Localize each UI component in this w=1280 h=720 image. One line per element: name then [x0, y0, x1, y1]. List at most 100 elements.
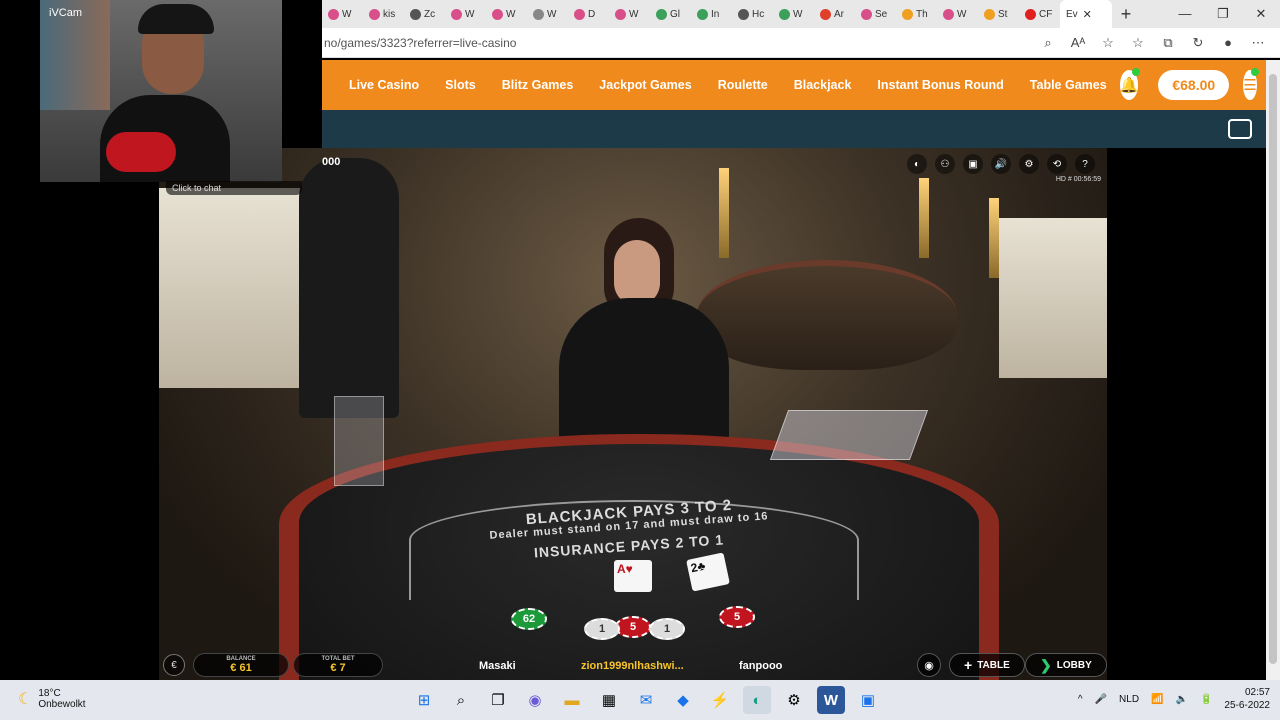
- chat-icon[interactable]: ◉: [521, 686, 549, 714]
- nav-slots[interactable]: Slots: [432, 78, 489, 92]
- live-blackjack-stream[interactable]: BLACKJACK PAYS 3 TO 2 Dealer must stand …: [159, 148, 1107, 680]
- volume-icon[interactable]: 🔊: [991, 154, 1011, 174]
- browser-tab[interactable]: In: [691, 0, 732, 28]
- browser-tab[interactable]: Se: [855, 0, 896, 28]
- search-icon[interactable]: ⌕: [1040, 35, 1056, 51]
- browser-tab[interactable]: kis: [363, 0, 404, 28]
- edge-icon[interactable]: ◐: [743, 686, 771, 714]
- browser-tab[interactable]: D: [568, 0, 609, 28]
- nav-roulette[interactable]: Roulette: [705, 78, 781, 92]
- word-icon[interactable]: W: [817, 686, 845, 714]
- nav-blackjack[interactable]: Blackjack: [781, 78, 865, 92]
- tab-favicon-icon: [902, 8, 913, 20]
- dropbox-icon[interactable]: ◆: [669, 686, 697, 714]
- task-view-icon[interactable]: ❐: [484, 686, 512, 714]
- table-button[interactable]: + TABLE: [949, 653, 1025, 677]
- hamburger-icon: ☰: [1243, 77, 1257, 94]
- browser-tab[interactable]: W: [486, 0, 527, 28]
- account-balance[interactable]: €68.00: [1158, 70, 1230, 100]
- collections-icon[interactable]: ⧉: [1160, 35, 1176, 51]
- scrollbar-thumb[interactable]: [1269, 74, 1277, 664]
- battery-icon[interactable]: 🔋: [1200, 694, 1212, 705]
- history-icon[interactable]: ↻: [1190, 35, 1206, 51]
- tab-label: Hc: [752, 8, 765, 20]
- browser-tab[interactable]: W: [322, 0, 363, 28]
- nav-live-casino[interactable]: Live Casino: [322, 78, 432, 92]
- nav-table-games[interactable]: Table Games: [1017, 78, 1120, 92]
- chip-stack-icon[interactable]: ◐: [907, 154, 927, 174]
- tab-label: W: [629, 8, 639, 20]
- sub-header: [322, 110, 1266, 148]
- close-window-button[interactable]: ✕: [1242, 6, 1280, 22]
- stream-controls: ◐ ⚇ ▣ 🔊 ⚙ ⟲ ?: [907, 154, 1095, 174]
- browser-tab[interactable]: W: [609, 0, 650, 28]
- help-icon[interactable]: ?: [1075, 154, 1095, 174]
- app-icon[interactable]: ⚙: [780, 686, 808, 714]
- browser-tab[interactable]: CF: [1019, 0, 1060, 28]
- weather-widget[interactable]: ☾ 18°C Onbewolkt: [18, 688, 86, 710]
- volume-icon[interactable]: 🔈: [1176, 694, 1188, 705]
- browser-tab[interactable]: Gl: [650, 0, 691, 28]
- maximize-button[interactable]: ❐: [1204, 6, 1242, 22]
- camera-icon[interactable]: ▣: [963, 154, 983, 174]
- photos-icon[interactable]: ▣: [854, 686, 882, 714]
- table-button-label: TABLE: [977, 659, 1010, 671]
- favorite-icon[interactable]: ☆: [1100, 35, 1116, 51]
- favorites-icon[interactable]: ☆: [1130, 35, 1146, 51]
- browser-tab[interactable]: W: [445, 0, 486, 28]
- store-icon[interactable]: ▦: [595, 686, 623, 714]
- more-icon[interactable]: ⋯: [1250, 35, 1266, 51]
- chat-hint[interactable]: Click to chat: [166, 181, 302, 195]
- minimize-button[interactable]: —: [1166, 6, 1204, 22]
- currency-button[interactable]: €: [163, 654, 185, 676]
- eye-icon[interactable]: ◉: [917, 653, 941, 677]
- nav-jackpot-games[interactable]: Jackpot Games: [586, 78, 704, 92]
- settings-icon[interactable]: ⚙: [1019, 154, 1039, 174]
- chevron-up-icon[interactable]: ^: [1078, 694, 1083, 705]
- rear-table: [697, 260, 957, 370]
- browser-tab[interactable]: Zc: [404, 0, 445, 28]
- browser-tab[interactable]: St: [978, 0, 1019, 28]
- tab-label: W: [465, 8, 475, 20]
- browser-tab[interactable]: W: [527, 0, 568, 28]
- tab-active[interactable]: Ev ✕: [1060, 0, 1112, 28]
- browser-tab[interactable]: Hc: [732, 0, 773, 28]
- browser-tab[interactable]: W: [773, 0, 814, 28]
- nav-instant-bonus-round[interactable]: Instant Bonus Round: [864, 78, 1016, 92]
- wallet-icon[interactable]: [1228, 119, 1252, 139]
- search-icon[interactable]: ⌕: [447, 686, 475, 714]
- page-scrollbar[interactable]: [1266, 60, 1280, 680]
- winamp-icon[interactable]: ⚡: [706, 686, 734, 714]
- browser-tabstrip: Wkis Zc W W W D W Gl In Hc W Ar Se Th W St CF Ev ✕ + — ❐…: [322, 0, 1280, 28]
- browser-tab[interactable]: Ar: [814, 0, 855, 28]
- menu-button[interactable]: ☰: [1243, 68, 1259, 100]
- mail-icon[interactable]: ✉: [632, 686, 660, 714]
- player-icon[interactable]: ⚇: [935, 154, 955, 174]
- tab-favicon-icon: [738, 8, 749, 20]
- tab-label: W: [342, 8, 352, 20]
- new-tab-button[interactable]: +: [1112, 4, 1140, 25]
- wifi-icon[interactable]: 📶: [1151, 694, 1163, 705]
- language-indicator[interactable]: NLD: [1119, 694, 1139, 705]
- browser-tab[interactable]: Th: [896, 0, 937, 28]
- file-explorer-icon[interactable]: ▬: [558, 686, 586, 714]
- start-icon[interactable]: ⊞: [410, 686, 438, 714]
- history-icon[interactable]: ⟲: [1047, 154, 1067, 174]
- system-tray: ^ 🎤 NLD 📶 🔈 🔋 02:57 25-6-2022: [1078, 686, 1270, 712]
- nav-blitz-games[interactable]: Blitz Games: [489, 78, 587, 92]
- notifications-button[interactable]: 🔔: [1119, 68, 1141, 100]
- wall-lamp: [919, 178, 929, 258]
- lobby-button-label: LOBBY: [1056, 659, 1092, 671]
- read-aloud-icon[interactable]: Aᴬ: [1070, 35, 1086, 51]
- url-input[interactable]: no/games/3323?referrer=live-casino: [322, 36, 1040, 50]
- clock[interactable]: 02:57 25-6-2022: [1224, 686, 1270, 712]
- discard-tray: [334, 396, 384, 486]
- lobby-button[interactable]: ❯ LOBBY: [1025, 653, 1107, 677]
- microphone-icon[interactable]: 🎤: [1095, 694, 1107, 705]
- round-timer: # 00:56:59: [1067, 176, 1101, 183]
- profile-icon[interactable]: ●: [1220, 35, 1236, 51]
- bet-chip: 1: [649, 618, 685, 640]
- browser-tab[interactable]: W: [937, 0, 978, 28]
- close-tab-icon[interactable]: ✕: [1083, 8, 1092, 21]
- tab-label: W: [793, 8, 803, 20]
